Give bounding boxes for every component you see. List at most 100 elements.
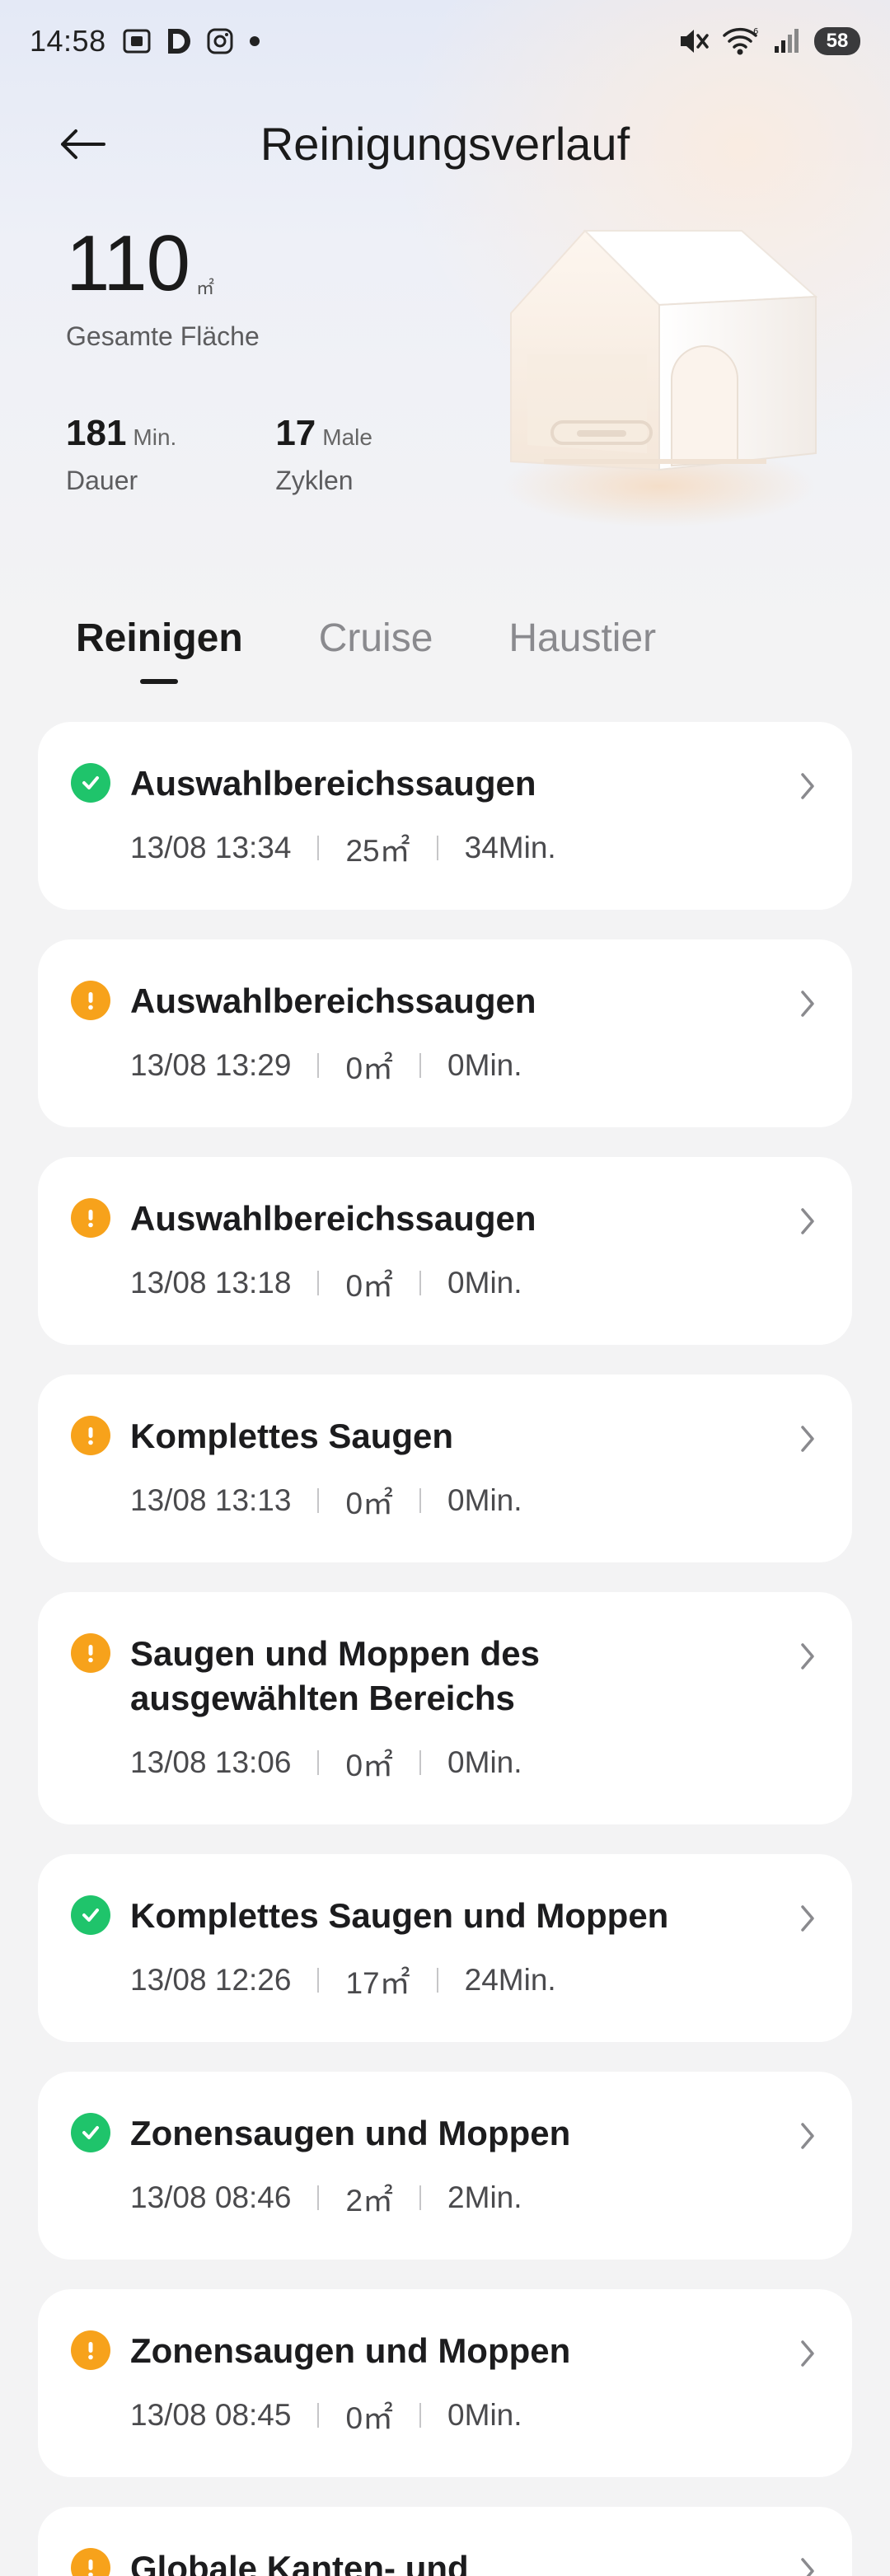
meta-divider <box>436 836 438 860</box>
instagram-icon <box>205 26 235 56</box>
chevron-right-icon <box>791 1422 824 1455</box>
tab-cruise[interactable]: Cruise <box>319 610 433 667</box>
warning-exclamation-icon <box>71 1633 110 1673</box>
record-datetime: 13/08 12:26 <box>130 1963 292 1997</box>
battery-icon: 58 <box>814 27 860 55</box>
record-meta: 13/08 13:13 0㎡ 0Min. <box>130 1478 803 1523</box>
record-area-value: 0 <box>345 2401 363 2435</box>
record-area: 2㎡ <box>345 2176 393 2220</box>
duration-value: 181 <box>66 413 127 453</box>
tab-reinigen[interactable]: Reinigen <box>76 610 243 684</box>
screenshot-icon <box>121 26 152 57</box>
meta-divider <box>419 1750 422 1775</box>
record-area: 0㎡ <box>345 2393 393 2438</box>
record-datetime: 13/08 13:13 <box>130 1483 292 1517</box>
record-area-value: 2 <box>345 2184 363 2218</box>
meta-divider <box>436 1968 438 1993</box>
success-check-icon <box>71 2113 110 2152</box>
chevron-right-icon <box>791 1640 824 1673</box>
meta-divider <box>317 836 320 860</box>
total-area-value: 110 <box>66 219 190 307</box>
record-area-value: 0 <box>345 1051 363 1085</box>
meta-divider <box>317 1968 320 1993</box>
record-area-unit: ㎡ <box>363 1269 394 1303</box>
record-title: Auswahlbereichssaugen <box>130 981 536 1020</box>
tab-label: Cruise <box>318 616 433 660</box>
chevron-right-icon <box>791 2119 824 2152</box>
cycles-label: Zyklen <box>275 466 354 495</box>
record-title: Auswahlbereichssaugen <box>130 1199 536 1238</box>
duration-unit: Min. <box>133 424 177 450</box>
warning-exclamation-icon <box>71 2548 110 2576</box>
cleaning-record-card[interactable]: Komplettes Saugen und Moppen 13/08 12:26 1… <box>38 1854 852 2042</box>
tab-label: Reinigen <box>76 616 243 660</box>
cleaning-record-card[interactable]: Zonensaugen und Moppen 13/08 08:45 0㎡ 0Min. <box>38 2289 852 2477</box>
cycles-stat: 17 Male Zyklen <box>275 413 372 496</box>
tab-haustier[interactable]: Haustier <box>508 610 656 667</box>
chevron-right-icon <box>791 1902 824 1935</box>
cleaning-record-card[interactable]: Globale Kanten- und <box>38 2507 852 2576</box>
cleaning-record-card[interactable]: Auswahlbereichssaugen 13/08 13:18 0㎡ 0Min. <box>38 1157 852 1345</box>
cleaning-record-card[interactable]: Auswahlbereichssaugen 13/08 13:29 0㎡ 0Min. <box>38 939 852 1127</box>
chevron-right-icon <box>791 770 824 803</box>
duration-label: Dauer <box>66 466 138 495</box>
record-datetime: 13/08 08:45 <box>130 2398 292 2432</box>
record-title: Komplettes Saugen und Moppen <box>130 1896 669 1935</box>
record-datetime: 13/08 13:34 <box>130 831 292 864</box>
record-area-unit: ㎡ <box>363 1051 394 1085</box>
record-datetime: 13/08 08:46 <box>130 2180 292 2214</box>
record-area-value: 0 <box>345 1269 363 1303</box>
record-area: 0㎡ <box>345 1478 393 1523</box>
status-right-icons: 6 58 <box>677 26 860 57</box>
status-left-icons <box>121 26 263 57</box>
record-duration: 0Min. <box>447 1048 522 1082</box>
meta-divider <box>317 1750 320 1775</box>
record-area-unit: ㎡ <box>379 1966 410 2000</box>
record-meta: 13/08 08:45 0㎡ 0Min. <box>130 2393 803 2438</box>
warning-exclamation-icon <box>71 1198 110 1238</box>
record-title: Globale Kanten- und <box>130 2549 469 2576</box>
cleaning-record-card[interactable]: Komplettes Saugen 13/08 13:13 0㎡ 0Min. <box>38 1375 852 1562</box>
wifi-icon: 6 <box>722 26 760 57</box>
meta-divider <box>419 1488 422 1513</box>
record-title: Komplettes Saugen <box>130 1417 454 1455</box>
chevron-right-icon <box>791 987 824 1020</box>
summary-stats: 110 ㎡ Gesamte Fläche 181 Min. Dauer 17 Mal… <box>66 222 372 496</box>
record-title: Zonensaugen und Moppen <box>130 2331 571 2370</box>
status-time: 14:58 <box>30 24 106 58</box>
status-bar: 14:58 6 58 <box>0 0 890 82</box>
record-area: 25㎡ <box>345 826 410 870</box>
record-datetime: 13/08 13:18 <box>130 1266 292 1300</box>
cleaning-record-card[interactable]: Zonensaugen und Moppen 13/08 08:46 2㎡ 2Min. <box>38 2072 852 2260</box>
base-station-image <box>494 214 841 560</box>
duration-stat: 181 Min. Dauer <box>66 413 176 496</box>
record-area-value: 0 <box>345 1749 363 1782</box>
mute-icon <box>677 26 710 57</box>
record-meta: 13/08 08:46 2㎡ 2Min. <box>130 2176 803 2220</box>
cleaning-record-card[interactable]: Saugen und Moppen des ausgewählten Berei… <box>38 1592 852 1824</box>
chevron-right-icon <box>791 1205 824 1238</box>
record-area: 0㎡ <box>345 1043 393 1088</box>
record-duration: 0Min. <box>447 1483 522 1517</box>
record-title: Saugen und Moppen des ausgewählten Berei… <box>130 1634 541 1717</box>
total-area-label: Gesamte Fläche <box>66 321 260 351</box>
record-duration: 0Min. <box>447 1745 522 1779</box>
success-check-icon <box>71 763 110 803</box>
record-duration: 34Min. <box>464 831 556 864</box>
record-datetime: 13/08 13:29 <box>130 1048 292 1082</box>
warning-exclamation-icon <box>71 1416 110 1455</box>
chevron-right-icon <box>791 2337 824 2370</box>
record-area-value: 0 <box>345 1487 363 1520</box>
record-datetime: 13/08 13:06 <box>130 1745 292 1779</box>
dot-icon <box>246 33 263 49</box>
record-meta: 13/08 13:29 0㎡ 0Min. <box>130 1043 803 1088</box>
signal-icon <box>771 26 803 56</box>
cycles-value: 17 <box>275 413 316 453</box>
sub-stats: 181 Min. Dauer 17 Male Zyklen <box>66 413 372 496</box>
tab-bar: Reinigen Cruise Haustier <box>76 610 656 684</box>
cleaning-history-screen: 14:58 6 58 Reinigungsverlauf 110 ㎡ Gesam… <box>0 0 890 2576</box>
tab-active-indicator <box>140 679 179 684</box>
record-area: 0㎡ <box>345 1261 393 1305</box>
record-meta: 13/08 13:18 0㎡ 0Min. <box>130 1261 803 1305</box>
cleaning-record-card[interactable]: Auswahlbereichssaugen 13/08 13:34 25㎡ 34Min… <box>38 722 852 910</box>
